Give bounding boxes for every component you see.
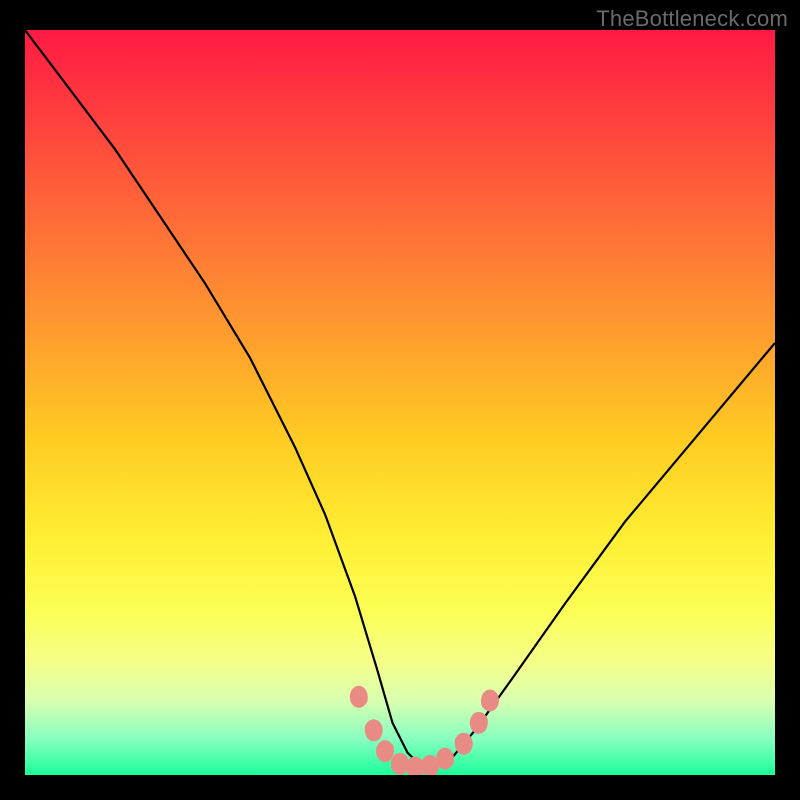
- marker-dot: [382, 742, 394, 756]
- marker-dot: [476, 714, 488, 728]
- marker-dot: [365, 721, 377, 735]
- marker-layer: [25, 30, 775, 775]
- marker-dot: [455, 735, 467, 749]
- marker-dot: [442, 754, 454, 768]
- marker-dot: [391, 759, 403, 773]
- watermark-text: TheBottleneck.com: [596, 6, 788, 32]
- chart-frame: TheBottleneck.com: [0, 0, 800, 800]
- marker-dot: [356, 692, 368, 706]
- marker-dot: [421, 757, 433, 771]
- plot-area: [25, 30, 775, 775]
- marker-dot: [481, 696, 493, 710]
